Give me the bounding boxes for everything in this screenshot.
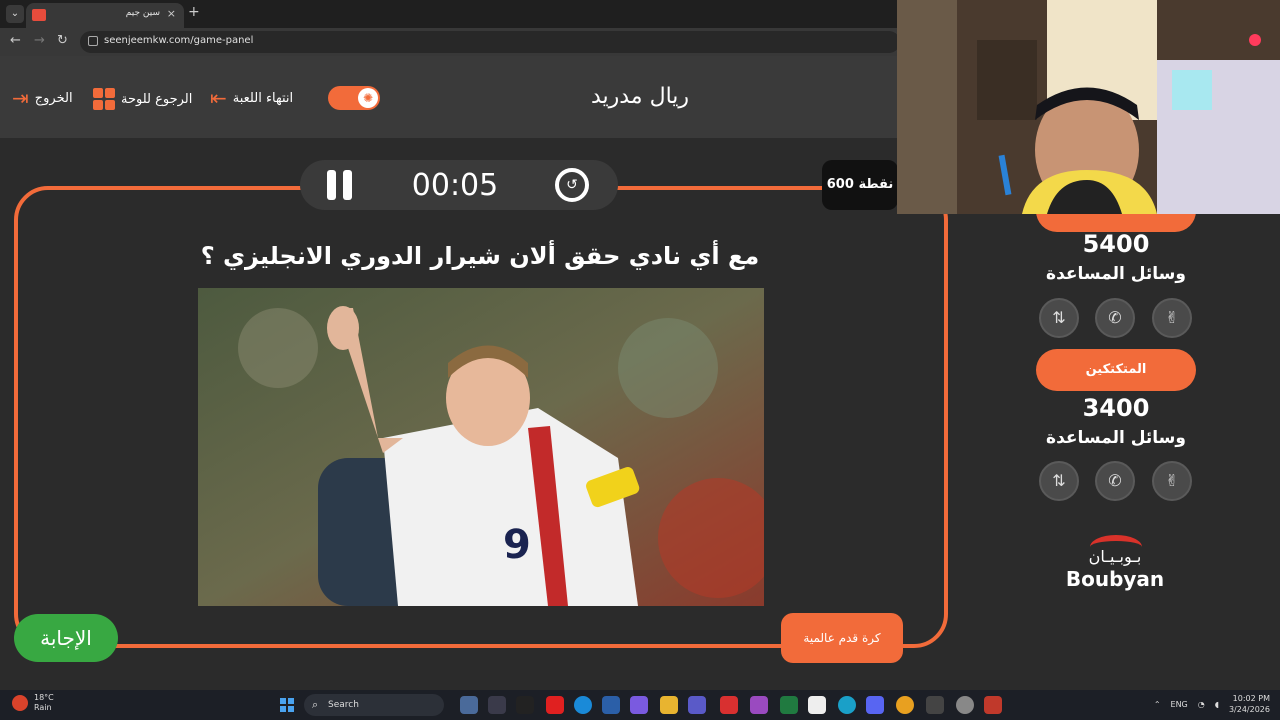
tab-search-button[interactable]: ⌄ — [6, 5, 24, 23]
app-icon[interactable] — [750, 696, 768, 714]
sponsor-english-name: Boubyan — [1065, 567, 1165, 591]
sponsor-logo: بـوبـيـان Boubyan — [1060, 535, 1170, 595]
category-badge: كرة قدم عالمية — [781, 613, 903, 663]
team1-call-aid-icon[interactable]: ✆ — [1095, 298, 1135, 338]
wifi-icon[interactable]: ◔ — [1198, 700, 1205, 709]
team2-score: 3400 — [1082, 394, 1150, 422]
task-view-icon[interactable] — [460, 696, 478, 714]
back-to-board-label: الرجوع للوحة — [121, 91, 193, 107]
browser-tab[interactable]: سين جيم × — [26, 3, 184, 28]
team1-swap-aid-icon[interactable]: ⇅ — [1039, 298, 1079, 338]
show-hidden-icon[interactable]: ⌃ — [1154, 700, 1161, 709]
toggle-knob-icon: ✺ — [358, 88, 378, 108]
exit-button[interactable]: ⇥ الخروج — [12, 88, 73, 108]
answer-button[interactable]: الإجابة — [14, 614, 118, 662]
svg-text:9: 9 — [503, 522, 531, 568]
language-indicator[interactable]: ENG — [1171, 700, 1188, 709]
copilot-icon[interactable] — [630, 696, 648, 714]
forward-button[interactable]: → — [34, 33, 45, 48]
back-to-board-button[interactable]: الرجوع للوحة — [93, 88, 192, 110]
capcut-icon[interactable] — [808, 696, 826, 714]
team1-two-answers-aid-icon[interactable]: ✌ — [1152, 298, 1192, 338]
timer-display: 00:05 — [411, 168, 499, 203]
team2-call-aid-icon[interactable]: ✆ — [1095, 461, 1135, 501]
discord-icon[interactable] — [866, 696, 884, 714]
tab-close-icon[interactable]: × — [167, 7, 176, 20]
reload-button[interactable]: ↻ — [57, 33, 68, 48]
team2-two-answers-aid-icon[interactable]: ✌ — [1152, 461, 1192, 501]
time: 10:02 PM — [1232, 694, 1270, 703]
weather-condition: Rain — [34, 703, 52, 712]
store-icon[interactable] — [602, 696, 620, 714]
date: 3/24/2026 — [1228, 705, 1270, 714]
url-field[interactable]: seenjeemkw.com/game-panel — [80, 31, 900, 53]
windows-start-icon[interactable] — [280, 698, 294, 712]
app-icon[interactable] — [516, 696, 534, 714]
app-icon[interactable] — [838, 696, 856, 714]
file-explorer-icon[interactable] — [660, 696, 678, 714]
app-icon[interactable] — [984, 696, 1002, 714]
back-button[interactable]: ← — [10, 33, 21, 48]
footballer-celebration-image: 9 — [198, 288, 764, 606]
current-team-title: ريال مدريد — [590, 84, 690, 109]
question-text: مع أي نادي حقق ألان شيرار الدوري الانجلي… — [200, 242, 760, 270]
tab-title: سين جيم — [125, 8, 160, 18]
reset-timer-icon[interactable]: ↺ — [555, 168, 589, 202]
pause-icon[interactable] — [327, 170, 355, 200]
teams-icon[interactable] — [688, 696, 706, 714]
temperature: 18°C — [34, 693, 54, 702]
app-icon[interactable] — [956, 696, 974, 714]
new-tab-button[interactable]: + — [188, 4, 200, 20]
end-game-icon: ⇤ — [210, 86, 227, 110]
end-game-button[interactable]: ⇤ انتهاء اللعبة — [210, 88, 293, 108]
team1-aids-label: وسائل المساعدة — [1046, 264, 1186, 284]
chrome-icon[interactable] — [896, 696, 914, 714]
app-icon[interactable] — [488, 696, 506, 714]
weather-icon — [12, 695, 28, 711]
clock[interactable]: 10:02 PM 3/24/2026 — [1229, 693, 1270, 715]
exit-icon: ⇥ — [12, 86, 29, 110]
excel-icon[interactable] — [780, 696, 798, 714]
points-badge: 600 نقطة — [822, 160, 898, 210]
site-info-icon[interactable] — [88, 36, 98, 46]
turn-toggle[interactable]: ✺ — [328, 86, 380, 110]
edge-icon[interactable] — [574, 696, 592, 714]
weather-widget[interactable]: 18°C Rain — [12, 693, 54, 713]
system-tray: ⌃ ENG ◔ ◖ 10:02 PM 3/24/2026 — [1154, 693, 1270, 715]
taskbar-search[interactable]: Search — [304, 694, 444, 716]
team2-swap-aid-icon[interactable]: ⇅ — [1039, 461, 1079, 501]
streamer-webcam-image — [897, 0, 1280, 214]
exit-label: الخروج — [34, 90, 73, 106]
volume-icon[interactable]: ◖ — [1215, 700, 1219, 709]
url-text[interactable]: seenjeemkw.com/game-panel — [104, 35, 253, 46]
board-grid-icon — [93, 88, 115, 110]
youtube-icon[interactable] — [546, 696, 564, 714]
team1-score: 5400 — [1082, 230, 1150, 258]
team2-aids-label: وسائل المساعدة — [1046, 428, 1186, 448]
app-icon[interactable] — [926, 696, 944, 714]
webcam-overlay — [897, 0, 1280, 214]
app-icon[interactable] — [720, 696, 738, 714]
windows-taskbar: 18°C Rain Search ⌃ ENG ◔ ◖ 10:02 PM 3/24… — [0, 690, 1280, 720]
end-game-label: انتهاء اللعبة — [232, 90, 294, 106]
site-favicon-icon — [32, 9, 46, 21]
team2-name-pill: المتكتكين — [1036, 349, 1196, 391]
sponsor-arabic-name: بـوبـيـان — [1088, 547, 1142, 566]
question-image: 9 — [198, 288, 764, 606]
